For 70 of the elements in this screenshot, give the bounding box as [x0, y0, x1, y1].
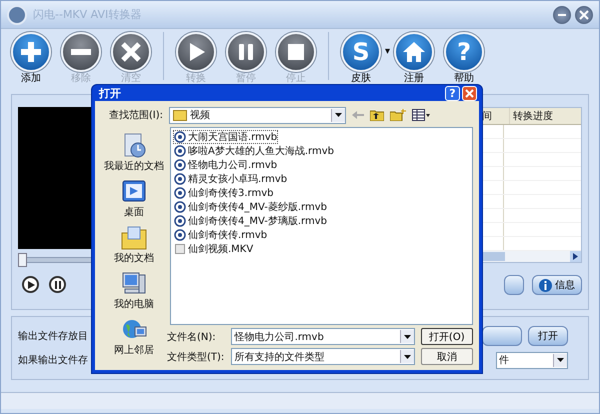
open-button[interactable]: 打开: [528, 326, 568, 346]
column-header[interactable]: 转换进度: [510, 108, 581, 124]
output-folder-label: 输出文件存放目: [18, 330, 88, 343]
minimize-icon: [558, 14, 566, 16]
file-icon: [174, 243, 186, 255]
toolbar-button[interactable]: [504, 275, 524, 295]
glyph-icon: S: [352, 40, 370, 64]
places-item[interactable]: 网上邻居: [114, 317, 154, 357]
file-exists-label: 如果输出文件存: [18, 354, 88, 367]
pause-button[interactable]: [49, 276, 66, 293]
x-icon: [119, 40, 143, 64]
file-item[interactable]: 仙剑奇侠传4_MV-梦璃版.rmvb: [173, 214, 328, 228]
file-name-label: 文件名(N):: [167, 330, 217, 344]
close-icon: [465, 88, 474, 98]
caret-icon[interactable]: ▾: [385, 46, 390, 57]
minus-icon: [71, 49, 91, 55]
dropdown-arrow-icon[interactable]: [335, 113, 342, 117]
browse-button[interactable]: [482, 326, 522, 346]
media-file-icon: [174, 145, 186, 157]
dropdown-arrow-icon[interactable]: [557, 358, 564, 362]
close-button[interactable]: [575, 6, 593, 24]
app-icon: [7, 4, 27, 24]
exists-option-dropdown[interactable]: 件: [496, 352, 568, 368]
file-item[interactable]: 仙剑奇侠传4_MV-菱纱版.rmvb: [173, 200, 328, 214]
info-button[interactable]: 信息: [532, 275, 582, 295]
up-folder-icon[interactable]: [370, 109, 384, 121]
dropdown-arrow-icon[interactable]: [404, 334, 411, 338]
media-file-icon: [174, 215, 186, 227]
dropdown-arrow-icon[interactable]: [404, 354, 411, 358]
home-icon: [402, 40, 426, 64]
play-button[interactable]: [22, 276, 39, 293]
glyph-icon: ?: [457, 40, 471, 64]
look-in-dropdown[interactable]: 视频: [169, 106, 346, 124]
file-item[interactable]: 仙剑奇侠传3.rmvb: [173, 186, 274, 200]
window-title: 闪电--MKV AVI转换器: [33, 7, 142, 22]
media-file-icon: [174, 131, 186, 143]
play-icon: [26, 280, 34, 288]
slider-thumb[interactable]: [18, 253, 27, 267]
help-button[interactable]: ?: [445, 86, 460, 100]
folder-icon: [121, 225, 147, 251]
file-name-field[interactable]: 怪物电力公司.rmvb: [230, 328, 415, 345]
dialog-title: 打开: [99, 86, 121, 100]
info-icon: [539, 278, 552, 292]
places-item[interactable]: 我的电脑: [114, 271, 154, 311]
places-item[interactable]: 桌面: [121, 179, 147, 219]
file-item[interactable]: 仙剑奇侠传.rmvb: [173, 228, 268, 242]
file-item[interactable]: 仙剑视频.MKV: [173, 242, 254, 256]
look-in-label: 查找范围(I):: [108, 108, 163, 122]
media-file-icon: [174, 187, 186, 199]
media-file-icon: [174, 159, 186, 171]
cancel-button[interactable]: 取消: [420, 348, 473, 365]
pause-icon: [54, 280, 62, 288]
minimize-button[interactable]: [553, 6, 571, 24]
media-file-icon: [174, 229, 186, 241]
right-arrow-icon[interactable]: [573, 253, 578, 260]
places-item[interactable]: 我的文档: [114, 225, 154, 265]
media-file-icon: [174, 173, 186, 185]
view-menu-icon[interactable]: [412, 109, 430, 121]
file-item[interactable]: 怪物电力公司.rmvb: [173, 158, 278, 172]
new-folder-icon[interactable]: [390, 109, 406, 121]
file-item[interactable]: 大闹天宫国语.rmvb: [173, 130, 278, 144]
close-icon: [579, 10, 589, 20]
file-type-dropdown[interactable]: 所有支持的文件类型: [230, 348, 415, 365]
open-button[interactable]: 打开(O): [420, 328, 473, 345]
file-item[interactable]: 哆啦A梦大雄的人鱼大海战.rmvb: [173, 144, 335, 158]
media-file-icon: [174, 201, 186, 213]
file-type-label: 文件类型(T):: [167, 350, 225, 364]
places-item[interactable]: 我最近的文档: [104, 133, 164, 173]
file-item[interactable]: 精灵女孩小卓玛.rmvb: [173, 172, 288, 186]
plus-icon: [19, 40, 43, 64]
